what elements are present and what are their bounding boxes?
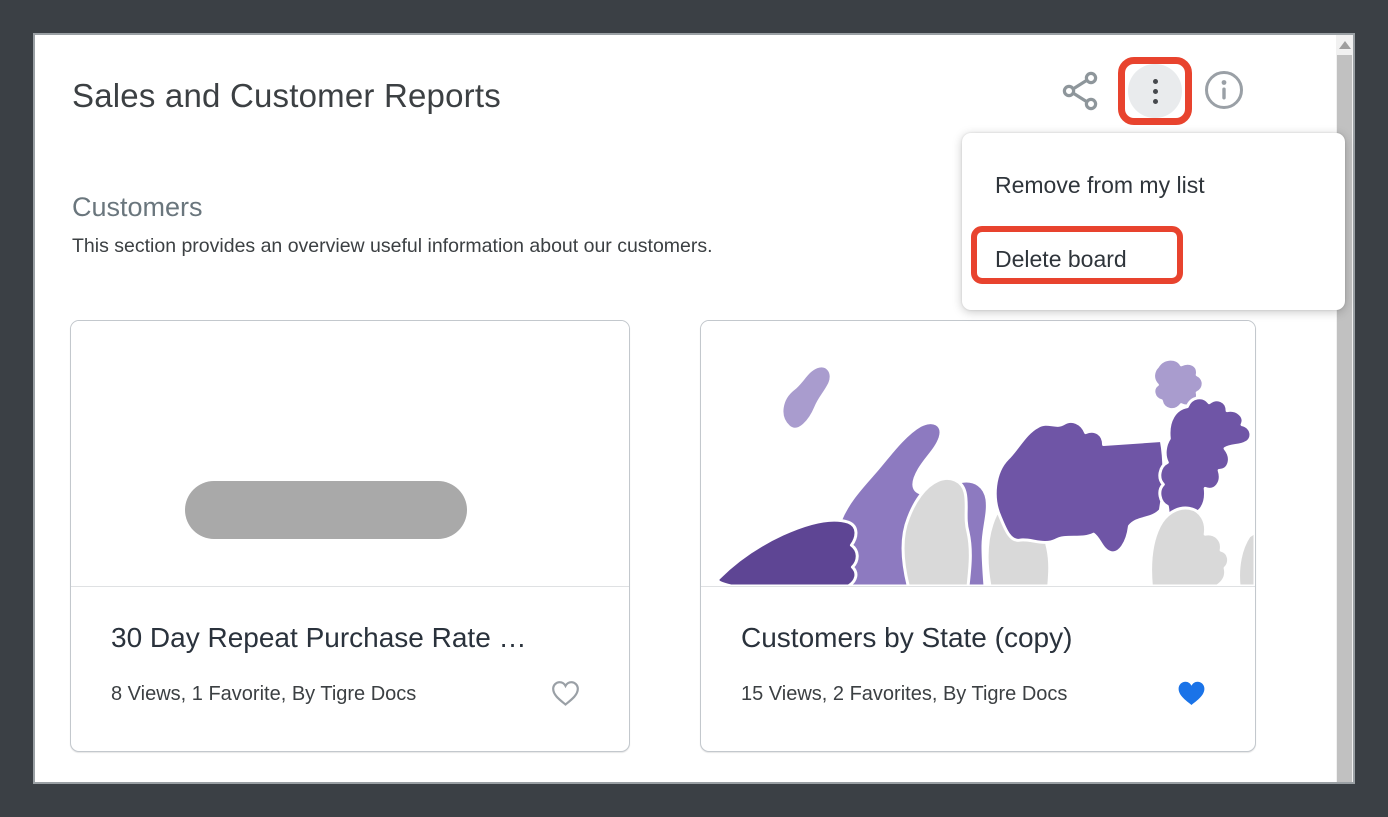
context-menu: Remove from my list Delete board	[962, 133, 1345, 310]
share-icon	[1058, 102, 1104, 117]
board-page: Sales and Customer Reports	[33, 33, 1355, 784]
board-item-card-repeat-purchase[interactable]: 30 Day Repeat Purchase Rate … 8 Views, 1…	[70, 320, 630, 752]
heart-outline-icon	[550, 696, 581, 711]
placeholder-pill	[185, 481, 467, 539]
page-title: Sales and Customer Reports	[72, 77, 501, 115]
more-options-button[interactable]	[1128, 64, 1182, 118]
scroll-up-button[interactable]	[1336, 35, 1353, 55]
info-button[interactable]	[1202, 68, 1246, 112]
card-thumbnail-map	[701, 321, 1255, 587]
card-title: 30 Day Repeat Purchase Rate …	[111, 619, 589, 657]
menu-item-delete-board[interactable]: Delete board	[995, 235, 1127, 283]
card-meta: 15 Views, 2 Favorites, By Tigre Docs	[741, 683, 1067, 706]
board-item-card-customers-by-state[interactable]: Customers by State (copy) 15 Views, 2 Fa…	[700, 320, 1256, 752]
favorite-button[interactable]	[550, 679, 581, 709]
favorite-button[interactable]	[1176, 679, 1207, 709]
section-heading: Customers	[72, 192, 203, 223]
card-meta: 8 Views, 1 Favorite, By Tigre Docs	[111, 683, 416, 706]
chevron-up-icon	[1339, 41, 1351, 49]
more-menu-annotation-box	[1118, 57, 1192, 125]
card-title: Customers by State (copy)	[741, 619, 1215, 657]
more-vertical-icon	[1153, 79, 1158, 84]
section-description: This section provides an overview useful…	[72, 235, 713, 258]
screenshot-frame: Sales and Customer Reports	[0, 0, 1388, 817]
menu-item-remove-from-list[interactable]: Remove from my list	[995, 161, 1205, 209]
share-button[interactable]	[1058, 68, 1104, 114]
heart-filled-icon	[1176, 696, 1207, 711]
card-thumbnail-placeholder	[71, 321, 629, 587]
choropleth-map-thumbnail	[701, 321, 1255, 586]
info-icon	[1202, 100, 1246, 115]
